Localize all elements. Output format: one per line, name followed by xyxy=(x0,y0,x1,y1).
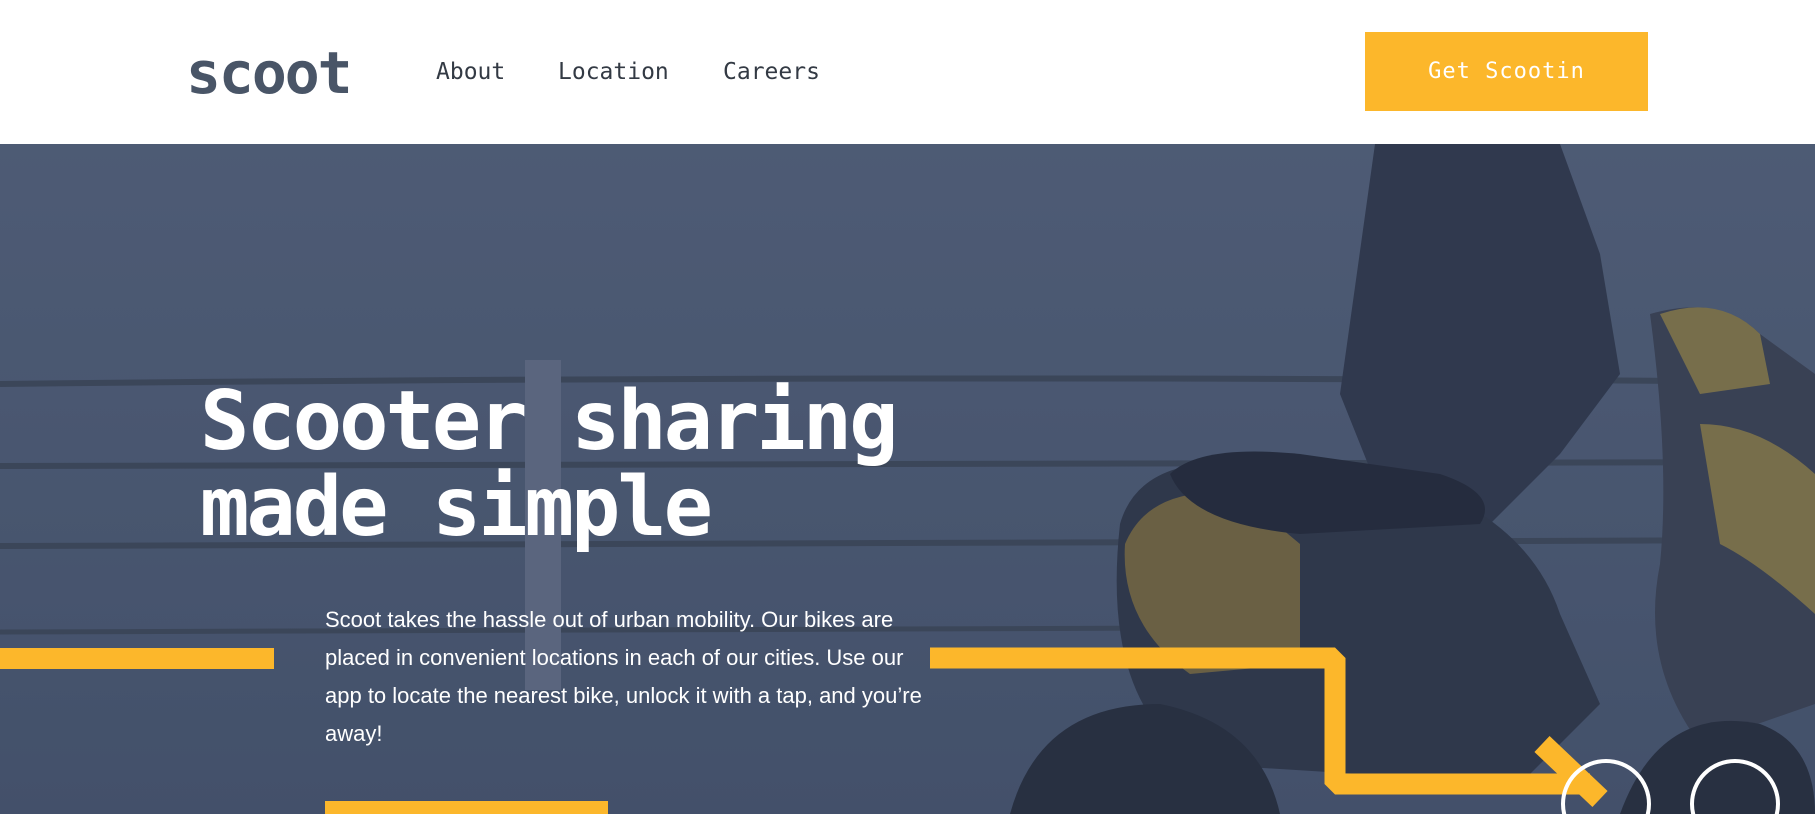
logo[interactable]: scoot xyxy=(186,38,353,108)
hero-title-line-1: Scooter sharing xyxy=(200,374,899,469)
hero-cta-button[interactable] xyxy=(325,801,608,814)
hero-title: Scooter sharing made simple xyxy=(200,379,960,551)
get-scootin-button[interactable]: Get Scootin xyxy=(1365,32,1648,111)
nav-link-about[interactable]: About xyxy=(436,58,505,86)
hero-section: Scooter sharing made simple Scoot takes … xyxy=(0,144,1815,814)
hero-description: Scoot takes the hassle out of urban mobi… xyxy=(325,607,922,746)
nav-link-location[interactable]: Location xyxy=(558,58,669,86)
site-header: scoot About Location Careers Get Scootin xyxy=(0,0,1815,144)
hero-title-line-2: made simple xyxy=(200,460,713,555)
nav-link-careers[interactable]: Careers xyxy=(723,58,820,86)
